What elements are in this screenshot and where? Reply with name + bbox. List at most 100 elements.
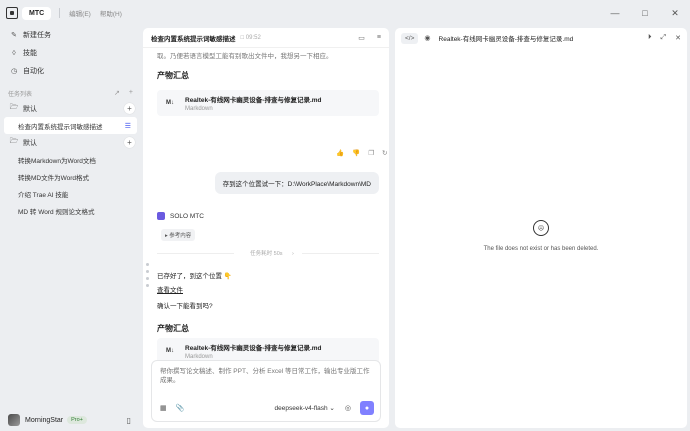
avatar	[8, 414, 20, 426]
user-name: MorningStar	[25, 416, 64, 424]
clock-icon: ◷	[10, 68, 18, 75]
sidebar-item-automation[interactable]: ◷ 自动化	[0, 62, 141, 80]
maximize-icon[interactable]: □	[630, 0, 660, 26]
task-item[interactable]: 介绍 Trae AI 技能	[0, 185, 141, 202]
tasks-header-label: 任务列表	[8, 91, 33, 98]
chat-title: 检查内置系统提示词敏感描述	[151, 35, 236, 43]
message-actions: 👍 👎 ❐ ↻	[336, 149, 387, 157]
reference-label: 参考内容	[169, 233, 192, 239]
minimize-icon[interactable]: —	[600, 0, 630, 26]
sidebar-item-skills[interactable]: ◊ 技能	[0, 44, 141, 62]
model-select[interactable]: deepseek-v4-flash ⌄	[275, 404, 335, 412]
view-file-link[interactable]: 查看文件	[157, 284, 183, 294]
eye-icon[interactable]: ◉	[424, 34, 430, 42]
solo-logo-icon	[157, 212, 165, 220]
skill-icon: ◊	[12, 49, 16, 57]
user-message: 存到这个位置试一下：D:\WorkPlace\Markdown\MD	[214, 172, 379, 194]
terminal-icon[interactable]: ▭	[358, 34, 365, 42]
bot-header: SOLO MTC	[157, 212, 204, 220]
template-icon[interactable]: ▦	[160, 404, 167, 412]
bot-name: SOLO MTC	[170, 212, 204, 220]
task-group-default-2[interactable]: 🗁 默认 +	[0, 134, 141, 151]
empty-message: The file does not exist or has been dele…	[483, 246, 599, 252]
tasks-header: 任务列表 ↗ +	[0, 86, 141, 100]
task-group-default[interactable]: 🗁 默认 +	[0, 100, 141, 117]
refresh-icon[interactable]: ↻	[382, 149, 387, 157]
preview-panel: </> ◉ Realtek-有线网卡幽灵设备-排查与修复记录.md ⏵ ⤢ ✕ …	[395, 28, 687, 428]
group-label: 默认	[23, 139, 37, 147]
chat-time-value: 09:52	[245, 34, 261, 41]
user-bar[interactable]: MorningStar Pro+ ▯	[0, 409, 141, 431]
title-bar: MTC 编辑(E) 帮助(H) — □ ✕	[0, 0, 690, 26]
section-title: 产物汇总	[157, 324, 189, 333]
close-icon[interactable]: ✕	[660, 0, 690, 26]
section-title: 产物汇总	[157, 71, 189, 80]
settings-sliders-icon[interactable]: ≡	[377, 34, 381, 42]
sidebar-item-new-task[interactable]: ✎ 新建任务	[0, 26, 141, 44]
chat-header: 检查内置系统提示词敏感描述 □ 09:52 ▭ ≡	[143, 28, 389, 48]
close-icon[interactable]: ✕	[675, 34, 681, 42]
task-item[interactable]: MD 转 Word 规则论文格式	[0, 202, 141, 219]
reply-text: 已存好了，到这个位置 👇	[157, 273, 232, 280]
attachment-icon[interactable]: 📎	[176, 404, 185, 412]
task-duration: 任务耗时 50s ›	[250, 251, 294, 257]
empty-state: ☹ The file does not exist or has been de…	[395, 220, 687, 252]
task-label: 转换Markdown为Word文档	[18, 157, 96, 165]
app-tab[interactable]: MTC	[22, 6, 52, 20]
task-item[interactable]: 转换MD文件为Word格式	[0, 168, 141, 185]
thumbs-up-icon[interactable]: 👍	[336, 149, 344, 157]
message-input[interactable]	[160, 367, 374, 389]
folder-icon: 🗁	[9, 138, 19, 145]
folder-icon: 🗁	[9, 104, 19, 111]
reply-text: 确认一下能看到吗?	[157, 303, 213, 310]
pin-icon[interactable]: ⏵	[648, 34, 652, 42]
expand-icon[interactable]: ⤢	[661, 34, 667, 42]
task-label: 检查内置系统提示词敏感描述	[18, 123, 103, 131]
file-name: Realtek-有线网卡幽灵设备-排查与修复记录.md	[185, 97, 322, 104]
group-label: 默认	[23, 105, 37, 113]
file-type: Markdown	[185, 106, 213, 112]
sidebar-item-label: 技能	[23, 50, 37, 57]
code-view-icon[interactable]: </>	[401, 32, 419, 44]
task-label: 介绍 Trae AI 技能	[18, 191, 69, 199]
phone-icon[interactable]: ▯	[127, 416, 131, 425]
composer: ▦ 📎 deepseek-v4-flash ⌄ ◎ ●	[151, 360, 381, 422]
sidebar-toggle-icon[interactable]	[6, 7, 18, 19]
task-label: MD 转 Word 规则论文格式	[18, 208, 95, 216]
task-duration-divider[interactable]: 任务耗时 50s ›	[157, 249, 379, 257]
divider	[59, 8, 61, 18]
chat-time: □ 09:52	[240, 34, 261, 41]
thumbs-down-icon[interactable]: 👎	[352, 149, 360, 157]
task-label: 转换MD文件为Word格式	[18, 174, 90, 182]
plan-badge: Pro+	[67, 416, 87, 424]
reference-chip[interactable]: ▸ 参考内容	[161, 229, 196, 241]
task-item-active[interactable]: 检查内置系统提示词敏感描述 ☰	[4, 117, 137, 134]
add-button[interactable]: +	[124, 103, 135, 114]
message-text: 取。乃便若语言模型工能有别歌出文件中，我想另一下相应。	[157, 53, 333, 60]
composer-toolbar: ▦ 📎 deepseek-v4-flash ⌄ ◎ ●	[160, 401, 374, 415]
sidebar-item-label: 新建任务	[23, 32, 51, 39]
chat-body: 取。乃便若语言模型工能有别歌出文件中，我想另一下相应。 产物汇总 M↓ Real…	[143, 48, 389, 374]
add-task-icon[interactable]: +	[129, 89, 133, 97]
copy-icon[interactable]: ❐	[368, 149, 374, 157]
sad-face-icon: ☹	[533, 220, 549, 236]
menu-help[interactable]: 帮助(H)	[100, 8, 122, 18]
markdown-icon: M↓	[166, 348, 174, 354]
markdown-icon: M↓	[166, 100, 174, 106]
file-card[interactable]: M↓ Realtek-有线网卡幽灵设备-排查与修复记录.md Markdown	[157, 90, 379, 116]
sidebar: ✎ 新建任务 ◊ 技能 ◷ 自动化 任务列表 ↗ + 🗁 默认 + 检查内置系统…	[0, 26, 141, 431]
step-dots	[146, 263, 149, 287]
task-item[interactable]: 转换Markdown为Word文档	[0, 151, 141, 168]
voice-icon[interactable]: ◎	[345, 404, 351, 412]
preview-title: Realtek-有线网卡幽灵设备-排查与修复记录.md	[438, 36, 574, 43]
menu-edit[interactable]: 编辑(E)	[69, 8, 91, 18]
list-icon: ☰	[124, 122, 131, 130]
window-controls: — □ ✕	[600, 0, 690, 26]
file-name: Realtek-有线网卡幽灵设备-排查与修复记录.md	[185, 345, 322, 352]
add-button[interactable]: +	[124, 137, 135, 148]
sidebar-item-label: 自动化	[23, 68, 44, 75]
send-button[interactable]: ●	[360, 401, 374, 415]
edit-icon: ✎	[11, 32, 17, 39]
chat-panel: 检查内置系统提示词敏感描述 □ 09:52 ▭ ≡ 取。乃便若语言模型工能有别歌…	[143, 28, 389, 428]
collapse-icon[interactable]: ↗	[114, 89, 120, 97]
